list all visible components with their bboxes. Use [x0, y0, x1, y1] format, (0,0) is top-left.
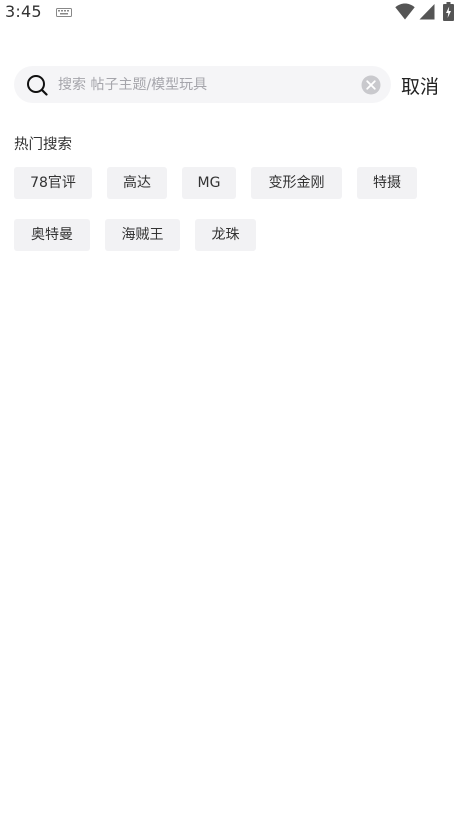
search-icon: [27, 75, 48, 96]
hot-search-title: 热门搜索: [14, 137, 72, 153]
hot-search-tag[interactable]: 特摄: [357, 167, 417, 199]
battery-charging-icon: [443, 2, 454, 21]
hot-search-tag[interactable]: 奥特曼: [14, 219, 90, 251]
wifi-icon: [395, 3, 415, 20]
cell-signal-icon: [419, 4, 435, 20]
hot-search-tag[interactable]: 龙珠: [195, 219, 256, 251]
keyboard-icon: [56, 8, 72, 17]
hot-search-tag[interactable]: 高达: [107, 167, 167, 199]
search-input[interactable]: [58, 66, 354, 103]
status-time: 3:45: [5, 2, 42, 21]
hot-search-tag[interactable]: 海贼王: [105, 219, 180, 251]
hot-search-tag[interactable]: 78官评: [14, 167, 92, 199]
status-bar: 3:45: [0, 0, 458, 26]
hot-search-tag[interactable]: 变形金刚: [251, 167, 342, 199]
clear-icon[interactable]: [361, 75, 381, 95]
search-bar: [14, 66, 391, 103]
hot-search-tag[interactable]: MG: [182, 167, 236, 199]
cancel-button[interactable]: 取消: [401, 72, 439, 99]
